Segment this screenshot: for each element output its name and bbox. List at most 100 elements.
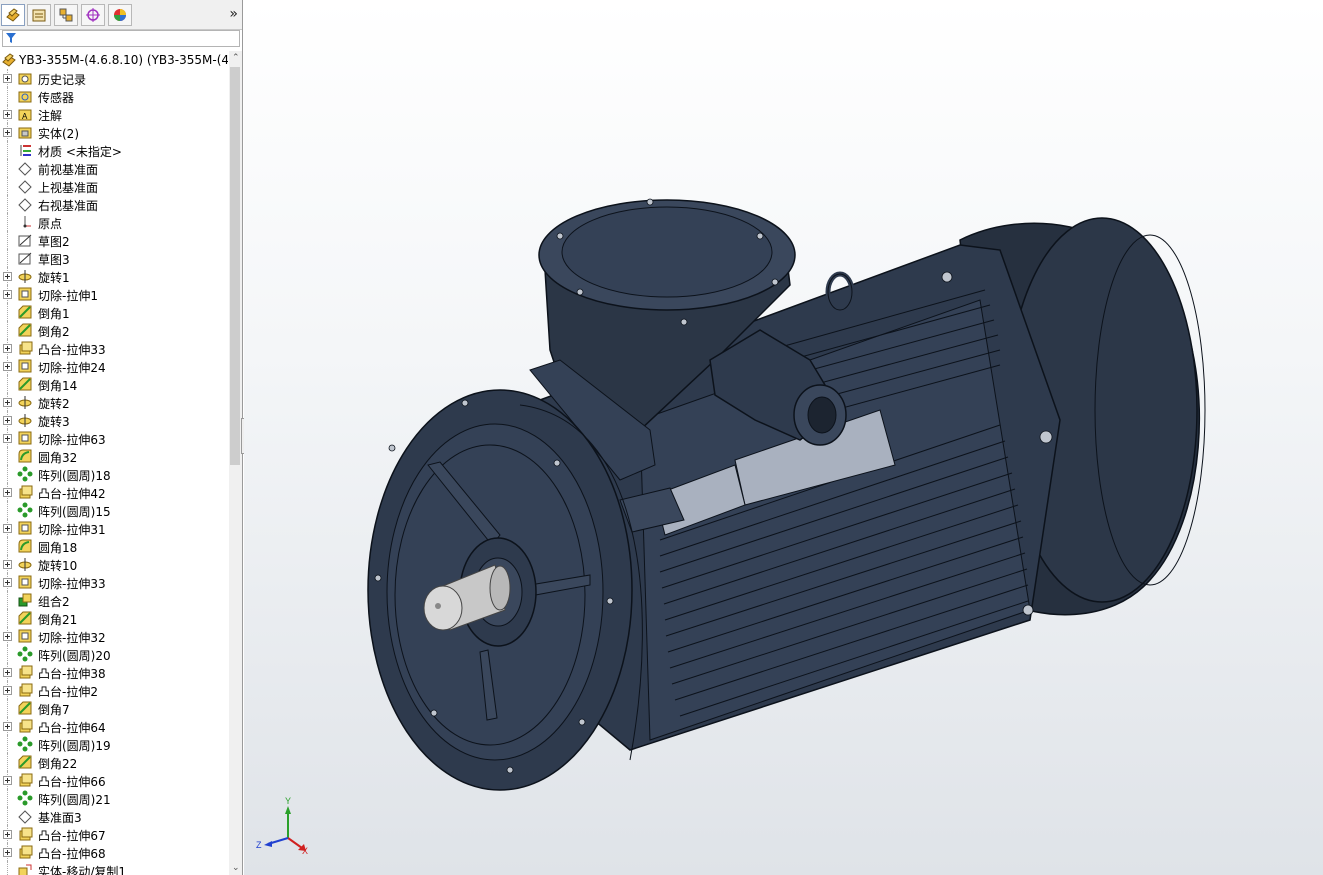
expand-toggle-icon[interactable] xyxy=(3,686,12,695)
tree-item-label: 阵列(圆周)18 xyxy=(38,469,111,483)
tree-item[interactable]: 草图3 xyxy=(0,249,228,267)
expand-toggle-icon[interactable] xyxy=(3,776,12,785)
tree-item-label: 凸台-拉伸67 xyxy=(38,829,106,843)
expand-toggle-icon[interactable] xyxy=(3,560,12,569)
tree-item[interactable]: 切除-拉伸1 xyxy=(0,285,228,303)
tree-item[interactable]: 切除-拉伸24 xyxy=(0,357,228,375)
tree-item[interactable]: 圆角18 xyxy=(0,537,228,555)
tree-item[interactable]: 凸台-拉伸2 xyxy=(0,681,228,699)
tree-item[interactable]: 倒角7 xyxy=(0,699,228,717)
expand-toggle-icon[interactable] xyxy=(3,722,12,731)
expand-toggle-icon[interactable] xyxy=(3,74,12,83)
tree-item[interactable]: 切除-拉伸32 xyxy=(0,627,228,645)
tree-item[interactable]: 切除-拉伸63 xyxy=(0,429,228,447)
tree-item[interactable]: 原点 xyxy=(0,213,228,231)
tree-item[interactable]: A 注解 xyxy=(0,105,228,123)
tree-guide-line xyxy=(7,141,8,159)
tree-item[interactable]: 基准面3 xyxy=(0,807,228,825)
tree-item[interactable]: 凸台-拉伸64 xyxy=(0,717,228,735)
tree-item[interactable]: 切除-拉伸33 xyxy=(0,573,228,591)
tree-item[interactable]: 阵列(圆周)21 xyxy=(0,789,228,807)
tree-item[interactable]: 实体(2) xyxy=(0,123,228,141)
property-manager-tab[interactable] xyxy=(27,4,51,26)
revolve-icon xyxy=(18,414,32,427)
tree-item-label: 旋转10 xyxy=(38,559,78,573)
expand-toggle-icon[interactable] xyxy=(3,830,12,839)
expand-toggle-icon[interactable] xyxy=(3,668,12,677)
tree-item[interactable]: 阵列(圆周)20 xyxy=(0,645,228,663)
expand-toggle-icon[interactable] xyxy=(3,344,12,353)
expand-toggle-icon[interactable] xyxy=(3,128,12,137)
expand-toggle-icon[interactable] xyxy=(3,110,12,119)
tree-scrollbar[interactable]: ⌃ ⌄ xyxy=(229,51,242,875)
configuration-manager-tab[interactable] xyxy=(54,4,78,26)
tree-item[interactable]: 圆角32 xyxy=(0,447,228,465)
tree-item[interactable]: 材质 <未指定> xyxy=(0,141,228,159)
expand-toggle-icon[interactable] xyxy=(3,848,12,857)
expand-toggle-icon[interactable] xyxy=(3,398,12,407)
tree-item[interactable]: 倒角14 xyxy=(0,375,228,393)
expand-toggle-icon[interactable] xyxy=(3,272,12,281)
tree-item[interactable]: 组合2 xyxy=(0,591,228,609)
expand-toggle-icon[interactable] xyxy=(3,362,12,371)
extrude-cut-icon xyxy=(18,521,32,535)
tree-item[interactable]: 切除-拉伸31 xyxy=(0,519,228,537)
tree-item[interactable]: 旋转1 xyxy=(0,267,228,285)
tree-item[interactable]: 阵列(圆周)15 xyxy=(0,501,228,519)
expand-toggle-icon[interactable] xyxy=(3,578,12,587)
expand-toggle-icon[interactable] xyxy=(3,524,12,533)
tree-item[interactable]: 凸台-拉伸66 xyxy=(0,771,228,789)
tree-item[interactable]: 阵列(圆周)19 xyxy=(0,735,228,753)
tree-item-label: 凸台-拉伸2 xyxy=(38,685,98,699)
tree-item[interactable]: 倒角2 xyxy=(0,321,228,339)
expand-toggle-icon[interactable] xyxy=(3,632,12,641)
plane-icon xyxy=(18,810,32,824)
feature-manager-tab[interactable] xyxy=(1,4,25,26)
tree-item[interactable]: 旋转3 xyxy=(0,411,228,429)
tree-item[interactable]: 凸台-拉伸67 xyxy=(0,825,228,843)
tree-item[interactable]: 旋转10 xyxy=(0,555,228,573)
tree-item-label: 凸台-拉伸64 xyxy=(38,721,106,735)
tree-item-label: 阵列(圆周)21 xyxy=(38,793,111,807)
tree-item[interactable]: 倒角22 xyxy=(0,753,228,771)
tree-item[interactable]: 凸台-拉伸42 xyxy=(0,483,228,501)
display-manager-tab[interactable] xyxy=(108,4,132,26)
tree-item[interactable]: 实体-移动/复制1 xyxy=(0,861,228,875)
tree-item[interactable]: 前视基准面 xyxy=(0,159,228,177)
sensor-folder-icon xyxy=(18,91,32,103)
tree-item[interactable]: 传感器 xyxy=(0,87,228,105)
tree-item[interactable]: 草图2 xyxy=(0,231,228,249)
scrollbar-thumb[interactable] xyxy=(230,67,240,465)
tree-item[interactable]: 凸台-拉伸68 xyxy=(0,843,228,861)
tree-item[interactable]: 阵列(圆周)18 xyxy=(0,465,228,483)
expand-toggle-icon[interactable] xyxy=(3,434,12,443)
tree-guide-line xyxy=(7,645,8,663)
expand-toggle-icon[interactable] xyxy=(3,416,12,425)
annotation-folder-icon: A xyxy=(18,109,32,121)
tree-item[interactable]: 右视基准面 xyxy=(0,195,228,213)
chamfer-icon xyxy=(18,611,32,625)
dimxpert-manager-tab[interactable] xyxy=(81,4,105,26)
tree-item[interactable]: 上视基准面 xyxy=(0,177,228,195)
solid-bodies-folder-icon xyxy=(18,127,32,139)
tree-item[interactable]: 倒角21 xyxy=(0,609,228,627)
expand-toggle-icon[interactable] xyxy=(3,488,12,497)
tree-item-label: 原点 xyxy=(38,217,63,231)
graphics-viewport[interactable]: Y X Z xyxy=(244,0,1323,875)
chamfer-icon xyxy=(18,377,32,391)
expand-panel-button[interactable]: » xyxy=(229,6,238,22)
tree-guide-line xyxy=(7,159,8,177)
scroll-down-arrow[interactable]: ⌄ xyxy=(232,863,240,873)
scroll-up-arrow[interactable]: ⌃ xyxy=(232,53,240,63)
tree-item[interactable]: 历史记录 xyxy=(0,69,228,87)
tree-root-part[interactable]: YB3-355M-(4.6.8.10) (YB3-355M-(4. xyxy=(0,51,228,69)
tree-item[interactable]: 凸台-拉伸38 xyxy=(0,663,228,681)
tree-item-label: 圆角18 xyxy=(38,541,78,555)
expand-toggle-icon[interactable] xyxy=(3,290,12,299)
tree-guide-line xyxy=(7,87,8,105)
feature-filter-input[interactable] xyxy=(2,30,240,47)
tree-item[interactable]: 倒角1 xyxy=(0,303,228,321)
tree-item[interactable]: 旋转2 xyxy=(0,393,228,411)
tree-item-label: 凸台-拉伸42 xyxy=(38,487,106,501)
tree-item[interactable]: 凸台-拉伸33 xyxy=(0,339,228,357)
